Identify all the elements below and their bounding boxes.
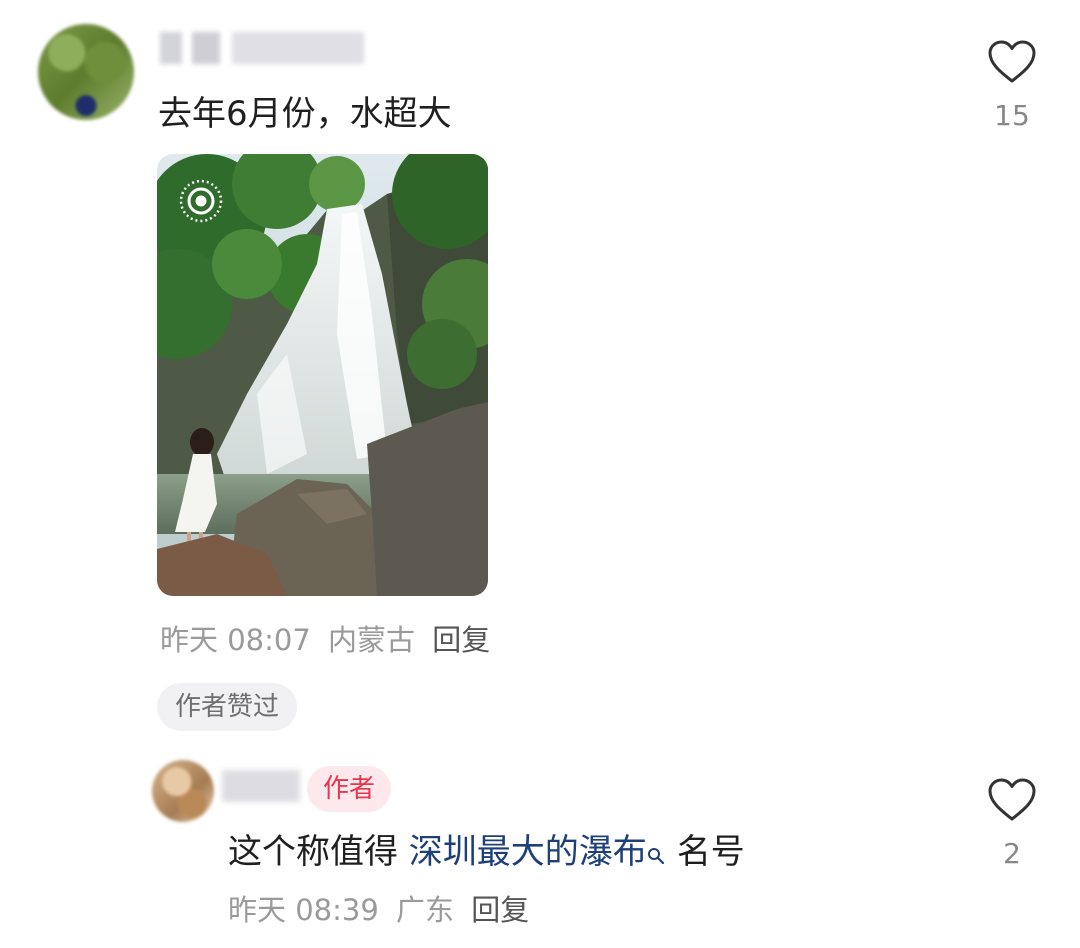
- reply-button[interactable]: 回复: [432, 623, 490, 657]
- liked-by-author-chip: 作者赞过: [157, 683, 298, 731]
- search-link[interactable]: 深圳最大的瀑布: [409, 832, 647, 872]
- live-photo-icon[interactable]: [178, 178, 224, 224]
- reply-author-avatar[interactable]: [152, 760, 214, 822]
- reply-to-reply-button[interactable]: 回复: [471, 893, 529, 927]
- commenter-avatar[interactable]: [38, 24, 134, 120]
- reply-author-name-blurred[interactable]: [222, 770, 300, 802]
- reply-like-count: 2: [1003, 837, 1021, 870]
- reply-location: 广东: [396, 893, 455, 927]
- author-badge: 作者: [307, 766, 392, 812]
- like-count: 15: [994, 99, 1030, 132]
- heart-outline-icon[interactable]: [987, 38, 1037, 88]
- reply-text-before: 这个称值得: [228, 832, 409, 872]
- reply-time: 昨天 08:39: [228, 893, 379, 927]
- comment-location: 内蒙古: [328, 623, 416, 657]
- comment-text: 去年6月份，水超大: [158, 94, 452, 134]
- commenter-name-blurred[interactable]: [160, 32, 364, 64]
- comment-time: 昨天 08:07: [160, 623, 311, 657]
- heart-outline-icon[interactable]: [987, 776, 1037, 826]
- comment-meta: 昨天 08:07 内蒙古 回复: [160, 620, 498, 660]
- search-icon[interactable]: [647, 832, 665, 876]
- reply-text-after: 名号: [676, 832, 745, 872]
- reply-text: 这个称值得 深圳最大的瀑布 名号: [228, 830, 745, 876]
- reply-meta: 昨天 08:39 广东 回复: [228, 890, 537, 930]
